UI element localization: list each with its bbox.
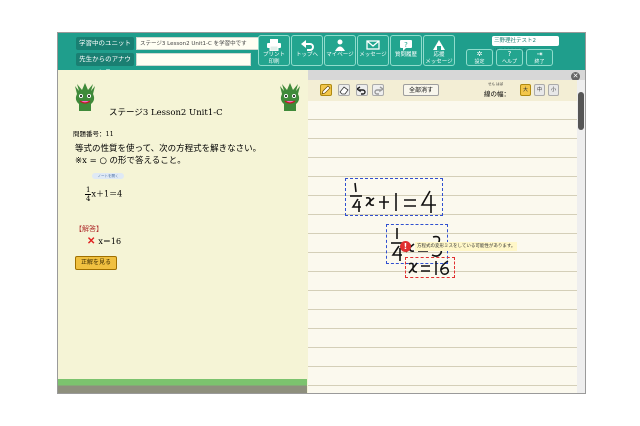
dragon-mascot-right-icon [280, 83, 300, 111]
incorrect-icon: ✕ [87, 236, 96, 247]
answer-value: x＝16 [98, 237, 122, 246]
help-button[interactable]: ? ヘルプ [496, 49, 523, 66]
redo-icon [374, 86, 385, 95]
stage-title: ステージ3 Lesson2 Unit1-C [109, 108, 223, 118]
equation: 1 4 x＋1＝4 [85, 186, 122, 203]
dragon-mascot-left-icon [75, 83, 95, 111]
logout-icon: ⇥ [536, 50, 543, 58]
handwriting-line-1[interactable] [345, 178, 443, 216]
header-bar: 学習中のユニット ステージ3 Lesson2 Unit1-C を学習中です 先生… [58, 33, 585, 76]
message-button[interactable]: メッセージ [357, 35, 389, 66]
question-history-button[interactable]: ? 質問履歴 [390, 35, 422, 66]
help-icon: ? [507, 50, 512, 58]
question-line-1: 等式の性質を使って、次の方程式を解きなさい。 [75, 144, 262, 154]
undo-icon [355, 86, 366, 95]
mypage-button[interactable]: マイページ [324, 35, 356, 66]
drawing-toolbar: 全部消す せん はば 線の幅： 大 中 小 [308, 80, 577, 102]
scrollbar-thumb[interactable] [578, 92, 584, 130]
handwriting-strokes-1 [350, 182, 436, 213]
warning-icon: ! [400, 241, 411, 252]
question-line-2: ※x = ○ の形で答えること。 [75, 156, 186, 166]
user-name: 三野理社テスト2 [494, 38, 536, 44]
redo-button[interactable] [372, 84, 385, 96]
eraser-tool[interactable] [338, 84, 350, 96]
teacher-announce-field [136, 53, 251, 66]
grass-decoration [58, 379, 307, 393]
question-pane: ステージ3 Lesson2 Unit1-C 問題番号：11 等式の性質を使って、… [58, 70, 307, 393]
open-note-button[interactable]: ノートを開く [92, 173, 124, 179]
teacher-announce-label: 先生からのアナウンス [76, 53, 134, 76]
cheer-message-button-label: 応援 メッセージ [425, 52, 453, 65]
print-button[interactable]: プリント 印刷 [258, 35, 290, 66]
line-width-medium[interactable]: 中 [534, 84, 545, 96]
question-text: 等式の性質を使って、次の方程式を解きなさい。 ※x = ○ の形で答えること。 [75, 143, 261, 167]
user-info: 三野理社テスト2 ID:15508361 [492, 36, 559, 54]
line-width-large[interactable]: 大 [520, 84, 531, 96]
handwriting-pane: ✕ 全部消す せん はば 線の幅： 大 中 小 ! 方程式の変形ミスをしている可… [308, 70, 585, 393]
student-answer: ✕ x＝16 [87, 236, 121, 247]
answer-label: 【解答】 [75, 225, 103, 233]
print-button-label: プリント 印刷 [262, 52, 285, 65]
back-arrow-icon [301, 40, 314, 51]
warning-message: ! 方程式の変形ミスをしている可能性があります。 [400, 240, 540, 254]
help-button-label: ヘルプ [501, 59, 517, 65]
mypage-button-label: マイページ [326, 52, 354, 58]
line-width-small[interactable]: 小 [548, 84, 559, 96]
pencil-tool[interactable] [320, 84, 332, 96]
message-button-label: メッセージ [359, 52, 387, 58]
note-top-strip [308, 70, 585, 80]
envelope-icon [366, 40, 380, 50]
question-history-button-label: 質問履歴 [394, 52, 417, 58]
svg-text:?: ? [404, 41, 408, 49]
cheer-message-button[interactable]: 応援 メッセージ [423, 35, 455, 66]
top-button[interactable]: トップへ [291, 35, 323, 66]
logout-button[interactable]: ⇥ 終了 [526, 49, 553, 66]
eraser-icon [339, 86, 349, 95]
warning-text: 方程式の変形ミスをしている可能性があります。 [415, 242, 518, 251]
pencil-icon [321, 85, 331, 95]
handwriting-line-3[interactable] [405, 257, 455, 278]
logout-button-label: 終了 [534, 59, 545, 65]
question-history-icon: ? [400, 40, 412, 51]
line-width-ruby: せん はば [488, 82, 504, 86]
person-icon [335, 39, 345, 51]
line-width-label: 線の幅： [484, 90, 510, 98]
question-number: 問題番号：11 [73, 130, 114, 138]
settings-icon: ✲ [476, 50, 483, 58]
printer-icon [267, 39, 281, 51]
current-unit-label: 学習中のユニット [76, 37, 134, 50]
equation-rest: x＋1＝4 [91, 189, 123, 199]
handwriting-strokes-3 [408, 260, 450, 275]
settings-button[interactable]: ✲ 設定 [466, 49, 493, 66]
cheer-message-icon [433, 40, 445, 50]
app-window: 学習中のユニット ステージ3 Lesson2 Unit1-C を学習中です 先生… [57, 32, 586, 394]
show-correct-answer-button[interactable]: 正解を見る [75, 256, 117, 270]
clear-all-button[interactable]: 全部消す [403, 84, 439, 96]
scrollbar[interactable] [577, 80, 585, 393]
undo-button[interactable] [355, 84, 368, 96]
settings-button-label: 設定 [474, 59, 485, 65]
top-button-label: トップへ [295, 52, 318, 58]
